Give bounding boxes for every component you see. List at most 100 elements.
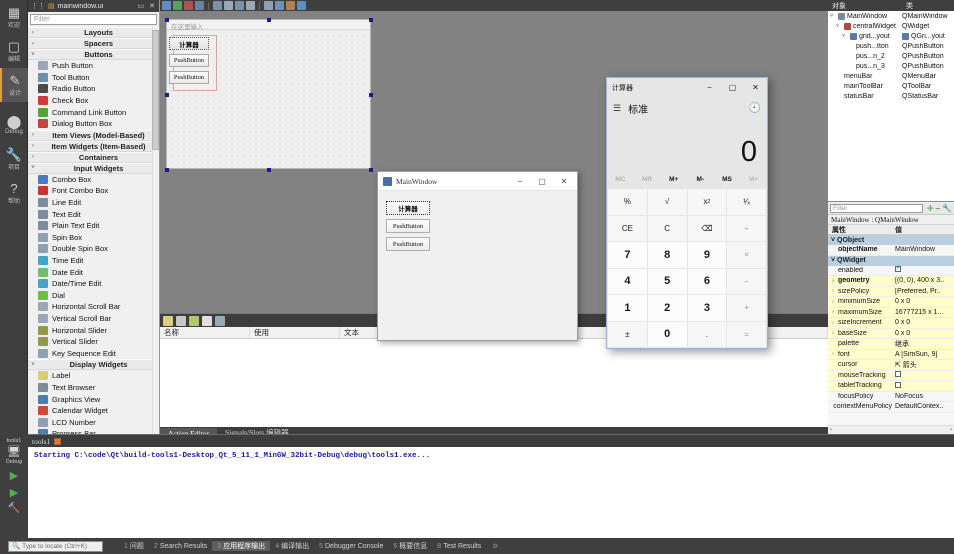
calc-key-digit-6[interactable]: 6 [687,268,727,294]
widget-item-horizontal-slider[interactable]: Horizontal Slider [28,324,159,336]
calc-key-digit-8[interactable]: 8 [647,242,687,268]
property-expand-icon[interactable]: › [832,330,837,336]
configure-icon[interactable] [215,315,225,326]
property-row-geometry[interactable]: › geometry [(0, 0), 400 x 3.. [828,276,954,287]
resize-handle-ml[interactable] [165,93,169,97]
calc-key-decimal[interactable]: . [687,321,727,347]
designed-mainwindow-form[interactable]: 在这里输入 计算器 PushButton PushButton [165,18,373,172]
form-button-0[interactable]: 计算器 [169,37,209,50]
widget-group-item-views-model-based[interactable]: › Item Views (Model-Based) [28,129,159,141]
expand-chevron-icon[interactable]: ˅ [830,13,836,19]
widget-item-text-browser[interactable]: Text Browser [28,382,159,394]
build-button[interactable]: 🔨 [8,503,20,514]
layout-grid-icon[interactable] [275,1,284,10]
calc-key-square-root[interactable]: √ [647,189,687,215]
property-value-cell[interactable] [892,381,954,390]
property-expand-icon[interactable]: › [832,278,837,284]
calculator-close-button[interactable]: ✕ [744,78,767,97]
scroll-right-icon[interactable]: › [950,427,952,433]
layout-splitter-v-icon[interactable] [246,1,255,10]
widget-item-text-edit[interactable]: Text Edit [28,208,159,220]
edit-tab-order-icon[interactable] [195,1,204,10]
property-row-sizeIncrement[interactable]: › sizeIncrement 0 x 0 [828,318,954,329]
calc-key-equals[interactable]: = [727,321,766,347]
widget-item-combo-box[interactable]: Combo Box [28,174,159,186]
property-expand-icon[interactable]: › [832,351,837,357]
widget-item-radio-button[interactable]: Radio Button [28,83,159,95]
widget-item-time-edit[interactable]: Time Edit [28,255,159,267]
configure-properties-icon[interactable]: 🔧 [942,204,952,213]
widget-item-calendar-widget[interactable]: Calendar Widget [28,405,159,417]
property-value-cell[interactable]: ⇱ 箭头 [892,360,954,370]
object-col-object[interactable]: 对象 [828,1,902,11]
property-row-cursor[interactable]: cursor ⇱ 箭头 [828,360,954,371]
object-tree-row[interactable]: push...tton QPushButton [828,41,954,51]
property-row-focusPolicy[interactable]: focusPolicy NoFocus [828,392,954,402]
property-expand-icon[interactable]: › [832,288,837,294]
property-row-tabletTracking[interactable]: tabletTracking [828,381,954,392]
property-value-cell[interactable]: 16777215 x 1... [892,309,954,316]
preview-button-2[interactable]: PushButton [386,237,430,251]
property-row-objectName[interactable]: objectName MainWindow [828,245,954,256]
widget-filter-input[interactable]: Filter [30,14,157,25]
property-row-baseSize[interactable]: › baseSize 0 x 0 [828,328,954,339]
collapse-all-icon[interactable]: – [936,204,940,213]
resize-handle-tc[interactable] [267,18,271,22]
mode-help[interactable]: ? 帮助 [0,176,28,210]
tab-signals-slots-editor[interactable]: Signals/Slots 编辑器 [217,426,297,434]
resize-handle-bc[interactable] [267,168,271,172]
widget-box-scrollbar[interactable] [152,26,159,434]
edit-buddies-icon[interactable] [184,1,193,10]
output-pane-button-5[interactable]: 5 Debugger Console [314,543,388,550]
dock-float-button[interactable]: ▭ [137,2,146,10]
scroll-left-icon[interactable]: ‹ [830,427,832,433]
property-value-cell[interactable]: 0 x 0 [892,298,954,305]
widget-item-label[interactable]: Label [28,370,159,382]
output-tab-label[interactable]: tools1 [32,437,50,446]
object-tree-row[interactable]: ˅ MainWindow QMainWindow [828,11,954,21]
memory-button-ms[interactable]: MS [714,176,741,183]
dock-close-button[interactable]: ✕ [148,2,156,10]
widget-item-dialog-button-box[interactable]: Dialog Button Box [28,118,159,130]
output-pane-button-6[interactable]: 6 概要信息 [388,541,432,551]
object-tree-row[interactable]: ˅ grid...yout QGri...yout [828,31,954,41]
calc-key-divide[interactable]: ÷ [727,215,766,241]
statusbar-trailing-icon[interactable]: ≎ [492,542,498,550]
widget-item-check-box[interactable]: Check Box [28,95,159,107]
widget-item-horizontal-scroll-bar[interactable]: Horizontal Scroll Bar [28,301,159,313]
widget-group-containers[interactable]: › Containers [28,151,159,163]
property-value-cell[interactable]: NoFocus [892,393,954,400]
property-value-cell[interactable]: MainWindow [892,246,954,253]
property-row-font[interactable]: › font A [SimSun, 9] [828,349,954,360]
widget-item-vertical-scroll-bar[interactable]: Vertical Scroll Bar [28,313,159,325]
action-col-name[interactable]: 名称 [160,327,250,338]
action-editor-list[interactable] [160,339,828,427]
property-value-cell[interactable]: [Preferred, Pr.. [892,288,954,295]
calc-key-add[interactable]: + [727,295,766,321]
property-expand-icon[interactable]: › [832,299,837,305]
memory-button-m+[interactable]: M+ [660,176,687,183]
calc-key-backspace[interactable]: ⌫ [687,215,727,241]
property-col-name[interactable]: 属性 [828,225,892,234]
object-col-class[interactable]: 类 [902,1,913,11]
property-editor-hscrollbar[interactable]: ‹ › [828,425,954,434]
preview-maximize-button[interactable]: ▢ [531,172,553,190]
calc-key-digit-2[interactable]: 2 [647,295,687,321]
object-tree-row[interactable]: pus...n_2 QPushButton [828,51,954,61]
widget-box-list[interactable]: › Layouts › Spacers ˅ Buttons Push Button Tool … [28,27,159,435]
property-group-qwidget[interactable]: ˅ QWidget [828,255,954,266]
resize-handle-tl[interactable] [165,18,169,22]
property-row-palette[interactable]: palette 继承 [828,339,954,350]
mode-welcome[interactable]: ▦ 欢迎 [0,0,28,34]
widget-group-input-widgets[interactable]: ˅ Input Widgets [28,162,159,174]
running-mainwindow-preview[interactable]: MainWindow − ▢ ✕ 计算器 PushButton PushButt… [377,171,578,341]
preview-close-button[interactable]: ✕ [553,172,575,190]
form-button-1[interactable]: PushButton [169,54,209,67]
property-row-enabled[interactable]: enabled [828,266,954,276]
widget-item-push-button[interactable]: Push Button [28,60,159,72]
object-tree-row[interactable]: statusBar QStatusBar [828,91,954,101]
property-checkbox[interactable] [895,371,901,378]
form-button-2[interactable]: PushButton [169,71,209,84]
widget-group-item-widgets-item-based[interactable]: › Item Widgets (Item-Based) [28,140,159,152]
property-row-sizePolicy[interactable]: › sizePolicy [Preferred, Pr.. [828,286,954,297]
